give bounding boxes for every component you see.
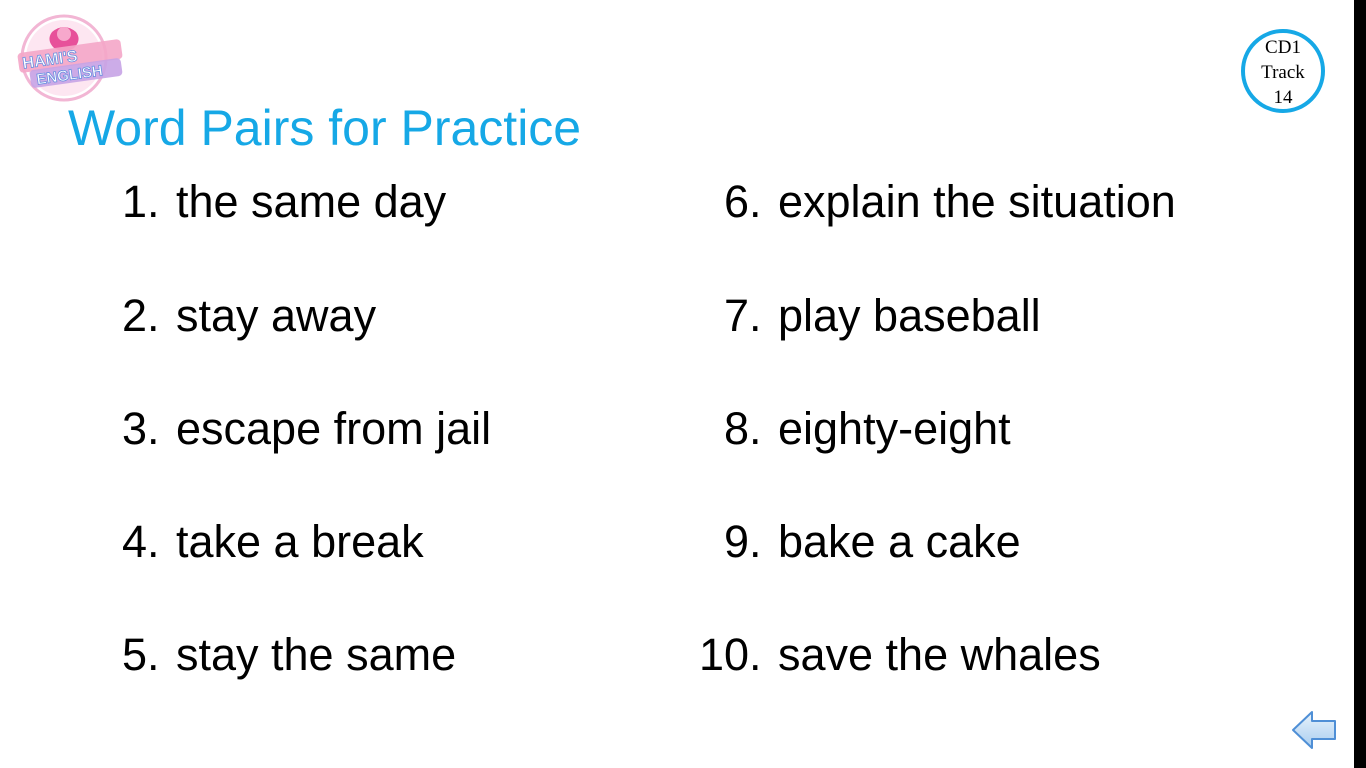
item-number: 8. xyxy=(724,403,762,454)
item-text: explain the situation xyxy=(778,176,1176,227)
item-text: bake a cake xyxy=(778,516,1021,567)
badge-cd-label: CD1 xyxy=(1265,37,1301,58)
cd-track-badge: CD1 Track 14 xyxy=(1241,29,1325,113)
item-number: 7. xyxy=(724,290,762,341)
item-number: 9. xyxy=(724,516,762,567)
badge-track-label: Track xyxy=(1261,62,1305,83)
back-button[interactable] xyxy=(1290,708,1338,752)
window-edge xyxy=(1354,0,1366,768)
list-item: 7. play baseball xyxy=(0,286,1300,346)
left-arrow-icon xyxy=(1292,711,1336,749)
list-item: 9. bake a cake xyxy=(0,512,1300,572)
item-text: save the whales xyxy=(778,629,1101,680)
item-text: play baseball xyxy=(778,290,1041,341)
list-item: 6. explain the situation xyxy=(0,172,1300,232)
hamis-english-logo: HAMI'S ENGLISH xyxy=(14,12,126,104)
item-number: 10. xyxy=(699,629,762,680)
slide: HAMI'S ENGLISH Word Pairs for Practice C… xyxy=(0,0,1354,768)
list-item: 8. eighty-eight xyxy=(0,399,1300,459)
page-title: Word Pairs for Practice xyxy=(68,100,582,156)
item-text: eighty-eight xyxy=(778,403,1011,454)
badge-track-number: 14 xyxy=(1273,87,1293,108)
item-number: 6. xyxy=(724,176,762,227)
list-item: 10. save the whales xyxy=(0,625,1300,685)
